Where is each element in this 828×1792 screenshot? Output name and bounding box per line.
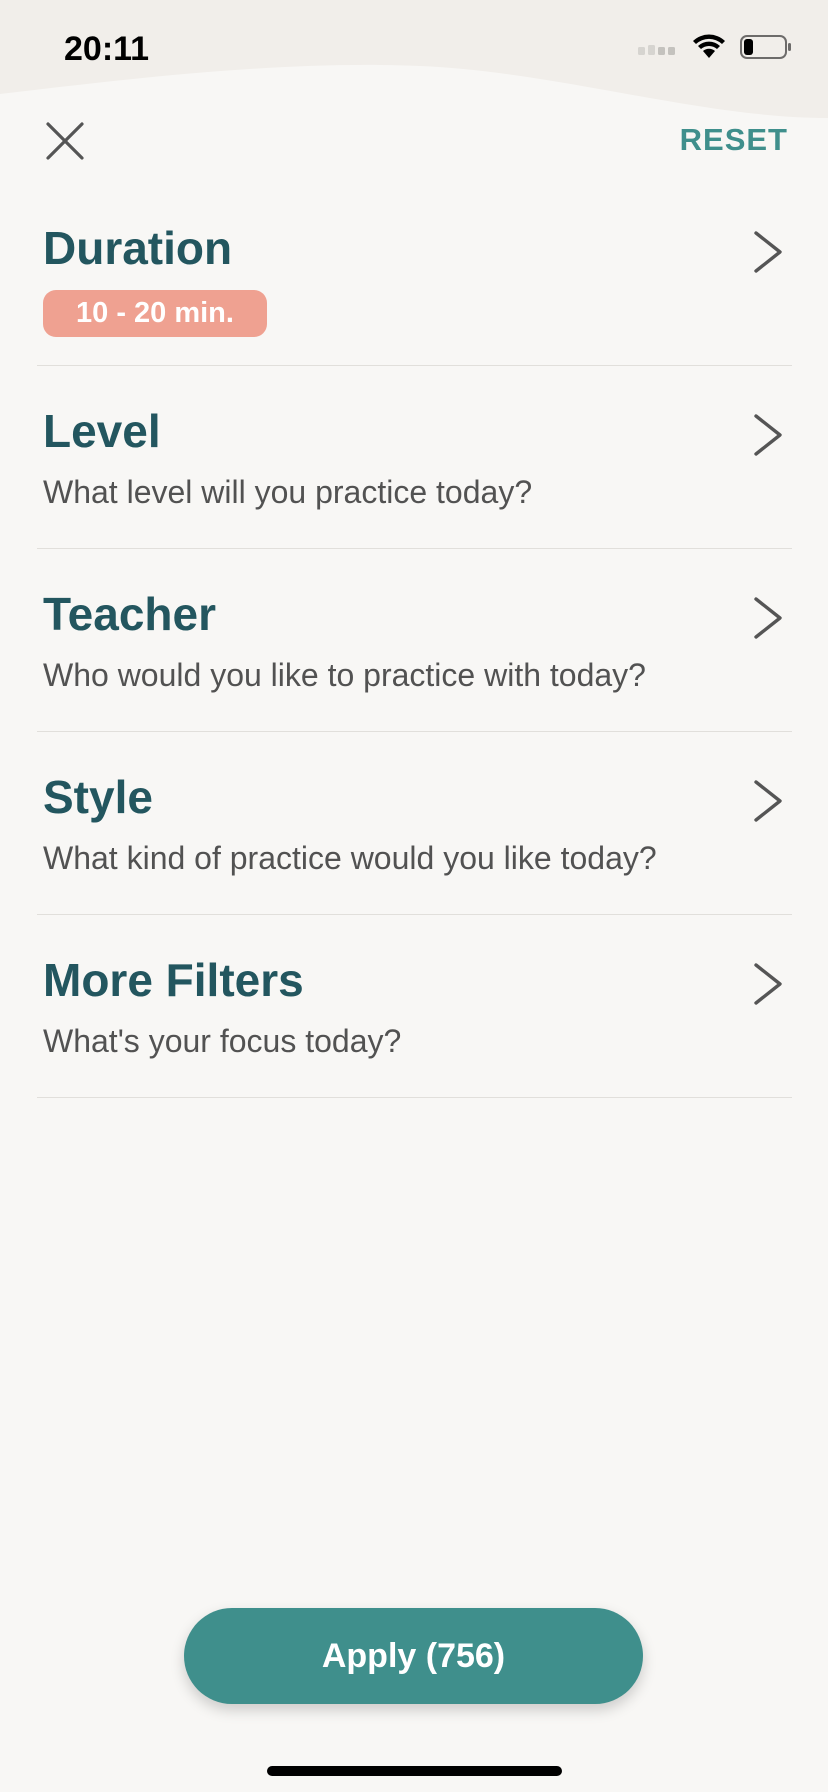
battery-icon [740, 35, 791, 59]
chevron-right-icon [754, 780, 782, 822]
reset-button[interactable]: RESET [680, 122, 788, 158]
home-indicator[interactable] [267, 1766, 562, 1776]
filter-item-level[interactable]: Level What level will you practice today… [37, 366, 792, 549]
close-button[interactable] [42, 118, 88, 164]
filter-subtitle: What kind of practice would you like tod… [43, 840, 657, 876]
filter-item-more-filters[interactable]: More Filters What's your focus today? [37, 915, 792, 1098]
chevron-right-icon [754, 231, 782, 273]
filter-subtitle: What level will you practice today? [43, 474, 533, 510]
filter-title: Duration [43, 222, 233, 274]
filter-item-style[interactable]: Style What kind of practice would you li… [37, 732, 792, 915]
filter-item-teacher[interactable]: Teacher Who would you like to practice w… [37, 549, 792, 732]
duration-chip: 10 - 20 min. [43, 290, 267, 337]
signal-icon [638, 45, 675, 55]
status-icons [638, 34, 792, 60]
filter-title: Level [43, 405, 161, 457]
filter-list: Duration 10 - 20 min. Level What level w… [37, 183, 792, 1098]
filter-item-duration[interactable]: Duration 10 - 20 min. [37, 183, 792, 366]
wifi-icon [693, 34, 725, 58]
close-icon [46, 122, 84, 160]
filter-title: More Filters [43, 954, 304, 1006]
chevron-right-icon [754, 414, 782, 456]
filter-screen: 20:11 RESET Duration 10 - 20 min. Level … [0, 0, 828, 1792]
apply-button[interactable]: Apply (756) [184, 1608, 643, 1704]
filter-subtitle: What's your focus today? [43, 1023, 402, 1059]
chevron-right-icon [754, 597, 782, 639]
filter-title: Style [43, 771, 153, 823]
filter-subtitle: Who would you like to practice with toda… [43, 657, 646, 693]
chevron-right-icon [754, 963, 782, 1005]
filter-title: Teacher [43, 588, 217, 640]
apply-button-label: Apply (756) [321, 1636, 506, 1675]
status-time: 20:11 [64, 30, 150, 68]
